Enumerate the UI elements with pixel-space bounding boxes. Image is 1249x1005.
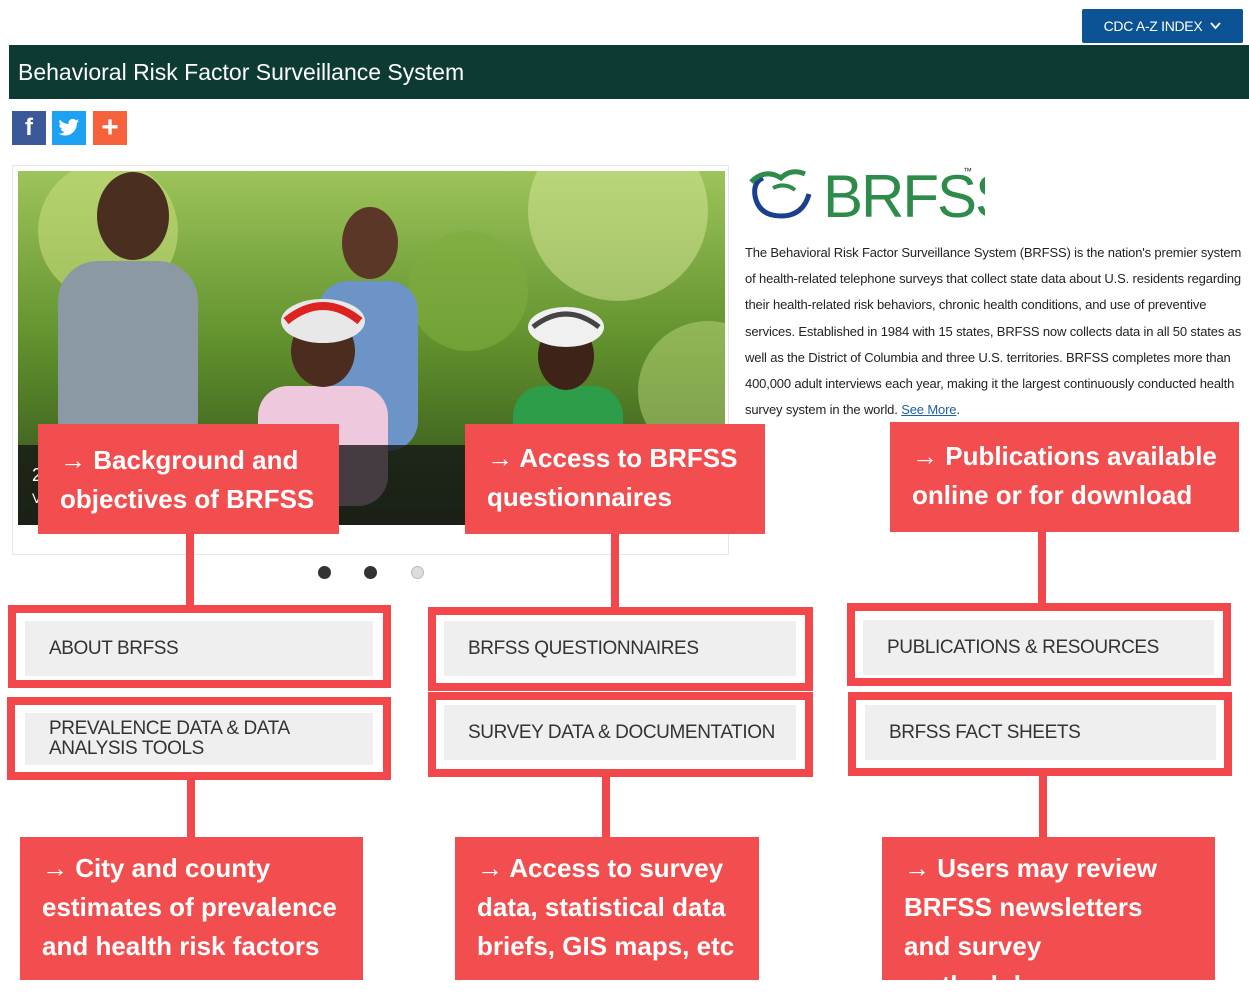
connector-line [186,533,194,608]
connector-line [602,775,610,838]
brfss-description: The Behavioral Risk Factor Surveillance … [745,240,1249,423]
callout-text: → Access to BRFSS questionnaires [487,443,738,512]
callout-text: → Publications available online or for d… [912,441,1217,510]
highlight-frame-survey-data [428,692,813,777]
callout-survey-data: → Access to survey data, statistical dat… [455,837,759,980]
carousel-dot-3[interactable] [411,566,424,579]
highlight-frame-questionnaires [428,607,813,691]
callout-text: → City and county estimates of prevalenc… [42,853,337,961]
connector-line [1039,774,1047,838]
addthis-share-button[interactable]: + [93,111,127,145]
connector-line [187,778,195,838]
site-header: Behavioral Risk Factor Surveillance Syst… [9,45,1249,99]
logo-text: BRFSS [823,163,985,226]
connector-line [1038,531,1046,605]
highlight-frame-fact-sheets [848,692,1232,776]
az-index-label: CDC A-Z INDEX [1103,18,1203,34]
carousel-dot-1[interactable] [318,566,331,579]
callout-questionnaires: → Access to BRFSS questionnaires [465,424,765,534]
highlight-frame-prevalence [7,697,391,780]
logo-tm: ™ [963,166,972,176]
callout-city-county: → City and county estimates of prevalenc… [20,837,363,980]
cdc-az-index-button[interactable]: CDC A-Z INDEX [1082,9,1243,43]
facebook-icon: f [25,114,33,141]
twitter-share-button[interactable] [52,111,86,145]
highlight-frame-publications [847,603,1231,686]
callout-background: → Background and objectives of BRFSS [38,424,339,534]
page-title[interactable]: Behavioral Risk Factor Surveillance Syst… [18,59,464,86]
description-period: . [956,402,960,418]
plus-icon: + [101,111,119,144]
callout-text: → Access to survey data, statistical dat… [477,853,735,961]
callout-newsletters: → Users may review BRFSS newsletters and… [882,837,1215,1000]
chevron-down-icon [1210,22,1222,30]
brfss-logo: BRFSS ™ [745,160,1015,230]
callout-publications: → Publications available online or for d… [890,422,1239,532]
twitter-icon [58,118,80,136]
see-more-link[interactable]: See More [901,402,956,417]
connector-line [611,533,619,610]
description-text: The Behavioral Risk Factor Surveillance … [745,245,1242,418]
highlight-frame-about [8,605,391,688]
callout-text: → Background and objectives of BRFSS [60,445,315,514]
callout-text: → Users may review BRFSS newsletters and… [904,853,1157,1000]
carousel-dot-2[interactable] [364,566,377,579]
facebook-share-button[interactable]: f [12,111,46,145]
